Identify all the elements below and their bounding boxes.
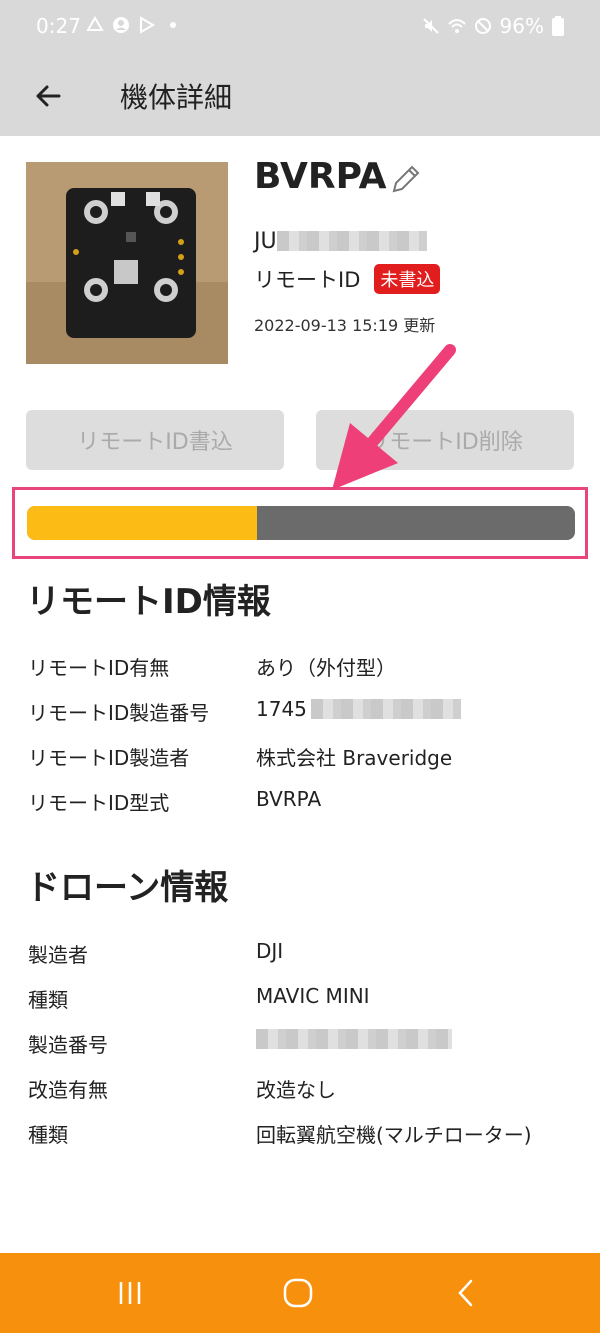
battery-icon	[552, 16, 564, 36]
drone-modified-value: 改造なし	[256, 1078, 336, 1102]
progress-highlight-frame	[12, 487, 588, 559]
chevron-left-icon	[458, 1279, 473, 1307]
mute-icon	[422, 18, 439, 34]
pencil-icon[interactable]	[388, 163, 422, 197]
remote-id-model-value: BVRPA	[256, 787, 322, 811]
progress-fill	[27, 506, 258, 540]
remote-id-section-title: リモートID情報	[26, 582, 271, 622]
remote-id-maker-value: 株式会社 Braveridge	[256, 746, 453, 770]
do-not-disturb-icon	[474, 18, 491, 34]
battery-level: 96%	[499, 14, 544, 38]
play-store-icon	[140, 16, 155, 34]
dot-icon	[170, 22, 176, 28]
wifi-icon	[447, 19, 466, 33]
arrow-left-icon	[36, 85, 61, 107]
drone-serial-row	[256, 1029, 452, 1049]
drone-type-value: MAVIC MINI	[256, 984, 370, 1008]
recent-apps-button[interactable]	[110, 1273, 150, 1313]
remote-id-serial-label: リモートID製造番号	[28, 701, 210, 725]
aircraft-photo	[26, 162, 228, 364]
drone-maker-value: DJI	[256, 939, 284, 963]
drive-icon	[86, 16, 104, 31]
registration-number: JU	[254, 226, 427, 256]
remote-id-serial-row: 1745	[256, 697, 461, 721]
drone-modified-label: 改造有無	[28, 1078, 108, 1102]
drone-serial-label: 製造番号	[28, 1033, 108, 1057]
circuit-board-image	[26, 162, 228, 364]
progress-bar	[27, 506, 575, 540]
status-left-icons	[86, 16, 182, 34]
account-icon	[113, 17, 129, 33]
drone-type-label: 種類	[28, 988, 68, 1012]
system-nav-bar	[0, 1253, 600, 1333]
status-bar: 0:27 96%	[0, 0, 600, 56]
remote-id-status-row: リモートID 未書込	[254, 264, 441, 294]
blurred-drone-serial	[256, 1029, 452, 1049]
recent-apps-icon	[119, 1282, 141, 1304]
back-button[interactable]	[24, 72, 72, 120]
remote-id-maker-label: リモートID製造者	[28, 746, 190, 770]
write-remote-id-button[interactable]: リモートID書込	[26, 410, 284, 470]
status-right-icons: 96%	[422, 14, 564, 38]
page-title: 機体詳細	[120, 81, 233, 114]
aircraft-name: BVRPA	[254, 156, 387, 197]
drone-category-label: 種類	[28, 1123, 68, 1147]
drone-category-value: 回転翼航空機(マルチローター)	[256, 1123, 532, 1147]
remote-id-presence-label: リモートID有無	[28, 656, 170, 680]
drone-maker-label: 製造者	[28, 943, 88, 967]
remote-id-presence-value: あり（外付型）	[256, 656, 396, 680]
remote-id-label: リモートID	[254, 268, 361, 292]
status-badge: 未書込	[374, 264, 441, 294]
status-time: 0:27	[36, 14, 81, 38]
drone-section-title: ドローン情報	[26, 868, 229, 908]
delete-remote-id-button[interactable]: リモートID削除	[316, 410, 574, 470]
registration-prefix: JU	[254, 228, 277, 254]
remote-id-model-label: リモートID型式	[28, 791, 170, 815]
home-button[interactable]	[278, 1273, 318, 1313]
remote-id-serial-value: 1745	[256, 697, 307, 721]
app-bar: 機体詳細	[0, 56, 600, 136]
back-nav-button[interactable]	[446, 1273, 486, 1313]
blurred-serial	[310, 699, 461, 719]
home-icon	[283, 1278, 313, 1308]
blurred-registration	[276, 231, 427, 251]
updated-timestamp: 2022-09-13 15:19 更新	[254, 316, 436, 335]
